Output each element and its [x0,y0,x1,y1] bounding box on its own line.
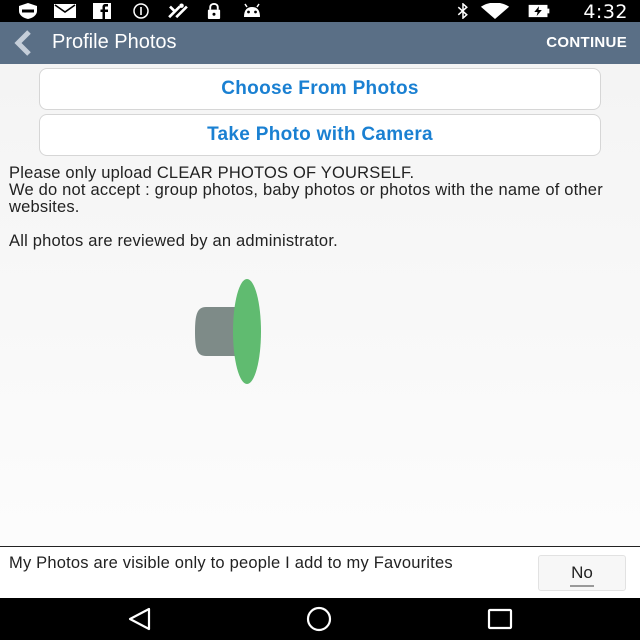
visibility-description: My Photos are visible only to people I a… [9,554,453,572]
tools-icon [168,3,188,19]
clock: 4:32 [583,1,628,23]
main-content: Choose From Photos Take Photo with Camer… [0,64,640,546]
action-bar: Profile Photos CONTINUE [0,22,640,64]
mail-icon [54,4,76,18]
continue-button[interactable]: CONTINUE [546,34,627,51]
camera-lens-graphic [195,279,261,384]
recents-square-icon[interactable] [486,606,514,632]
review-notice: All photos are reviewed by an administra… [9,232,338,250]
page-title: Profile Photos [52,31,177,53]
android-icon [244,3,260,17]
toggle-underline [570,585,594,587]
wifi-icon [480,3,510,19]
navigation-bar [0,598,640,640]
status-bar: 4:32 [0,0,640,23]
bluetooth-icon [457,3,468,19]
back-chevron-icon[interactable] [10,29,38,57]
upload-notice: Please only upload CLEAR PHOTOS OF YOURS… [9,165,634,216]
visibility-toggle-label: No [571,563,593,582]
choose-from-photos-button[interactable]: Choose From Photos [39,68,601,110]
notice-line-1: Please only upload CLEAR PHOTOS OF YOURS… [9,164,415,182]
facebook-icon [93,3,111,19]
info-icon [133,3,149,19]
notice-line-2: We do not accept : group photos, baby ph… [9,181,603,216]
lock-icon [207,3,221,19]
visibility-bar: My Photos are visible only to people I a… [0,547,640,598]
visibility-toggle[interactable]: No [538,555,626,591]
take-photo-button[interactable]: Take Photo with Camera [39,114,601,156]
battery-icon [528,4,550,18]
shield-icon [19,3,37,19]
home-circle-icon[interactable] [305,606,333,632]
back-triangle-icon[interactable] [126,606,154,632]
